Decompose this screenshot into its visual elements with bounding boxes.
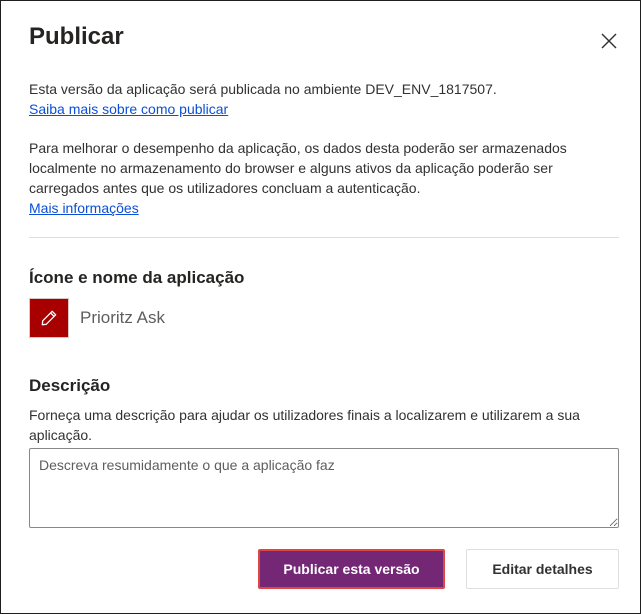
storage-info-text: Para melhorar o desempenho da aplicação,… <box>29 140 567 196</box>
edit-details-button[interactable]: Editar detalhes <box>466 549 619 589</box>
pencil-icon <box>41 310 57 326</box>
storage-info: Para melhorar o desempenho da aplicação,… <box>29 138 614 218</box>
app-icon-tile[interactable] <box>29 298 69 338</box>
description-input[interactable] <box>29 448 619 528</box>
app-name: Prioritz Ask <box>80 308 166 327</box>
description-heading: Descrição <box>29 376 111 395</box>
publish-info: Esta versão da aplicação será publicada … <box>29 79 614 119</box>
section-divider <box>29 237 619 238</box>
publish-version-button[interactable]: Publicar esta versão <box>258 549 445 589</box>
learn-publish-link[interactable]: Saiba mais sobre como publicar <box>29 101 228 117</box>
dialog-title: Publicar <box>29 23 124 50</box>
close-button[interactable] <box>599 31 619 51</box>
publish-info-text: Esta versão da aplicação será publicada … <box>29 81 497 97</box>
description-help-text: Forneça uma descrição para ajudar os uti… <box>29 407 580 443</box>
publish-dialog: Publicar Esta versão da aplicação será p… <box>0 0 641 614</box>
close-icon <box>601 33 617 49</box>
app-icon-name-heading: Ícone e nome da aplicação <box>29 268 245 287</box>
more-info-link[interactable]: Mais informações <box>29 200 139 216</box>
